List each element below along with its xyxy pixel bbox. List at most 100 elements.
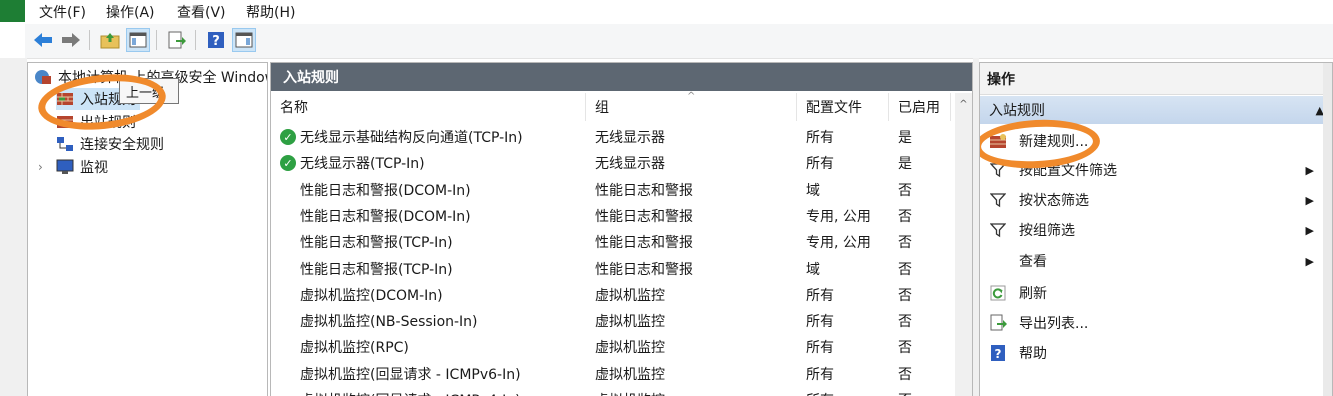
- vertical-scrollbar[interactable]: ^: [955, 93, 972, 396]
- cell-text: 虚拟机监控: [595, 314, 665, 331]
- forward-arrow-icon[interactable]: [59, 28, 83, 52]
- expand-chevron-icon[interactable]: ›: [38, 160, 56, 174]
- table-row[interactable]: 性能日志和警报(DCOM-In) 性能日志和警报 专用, 公用 否: [271, 203, 951, 229]
- action-item[interactable]: 导出列表...: [980, 308, 1320, 338]
- scroll-up-icon[interactable]: ^: [955, 99, 972, 110]
- cell-enabled: 否: [898, 308, 912, 334]
- cell-enabled: 否: [898, 334, 912, 360]
- cell-group: 性能日志和警报: [595, 203, 693, 229]
- cell-name: 虚拟机监控(回显请求 - ICMPv6-In): [280, 361, 521, 387]
- cell-text: 所有: [806, 287, 834, 304]
- cell-enabled: 是: [898, 150, 912, 176]
- toolbar: ?: [25, 24, 1333, 59]
- action-label: 查看: [1019, 254, 1047, 270]
- cell-group: 虚拟机监控: [595, 387, 665, 396]
- cell-text: 专用, 公用: [806, 235, 871, 252]
- cell-text: 性能日志和警报: [595, 208, 693, 225]
- action-item[interactable]: 查看 ▶: [980, 246, 1320, 276]
- filter-icon: [989, 191, 1007, 209]
- cell-group: 无线显示器: [595, 150, 665, 176]
- submenu-arrow-icon: ▶: [1305, 223, 1314, 237]
- up-folder-icon[interactable]: [98, 28, 122, 52]
- firewall-globe-icon: [35, 70, 51, 84]
- back-arrow-icon[interactable]: [31, 28, 55, 52]
- table-row[interactable]: 虚拟机监控(回显请求 - ICMPv6-In) 虚拟机监控 所有 否: [271, 361, 951, 387]
- table-row[interactable]: 虚拟机监控(回显请求 - ICMPv4-In) 虚拟机监控 所有 否: [271, 387, 951, 396]
- toolbar-separator: [195, 30, 196, 50]
- cell-text: 否: [898, 390, 912, 396]
- column-header-profile[interactable]: 配置文件: [797, 93, 889, 121]
- cell-text: 虚拟机监控: [595, 366, 665, 383]
- filter-icon: [989, 221, 1007, 239]
- show-hide-console-tree-icon[interactable]: [126, 28, 150, 52]
- cell-text: 域: [806, 182, 820, 199]
- cell-text: 无线显示器(TCP-In): [300, 156, 425, 173]
- table-row[interactable]: 虚拟机监控(NB-Session-In) 虚拟机监控 所有 否: [271, 308, 951, 334]
- cell-text: 虚拟机监控(回显请求 - ICMPv4-In): [300, 390, 521, 396]
- cell-text: 否: [898, 287, 912, 304]
- cell-group: 虚拟机监控: [595, 308, 665, 334]
- toolbar-separator: [89, 30, 90, 50]
- cell-enabled: 否: [898, 387, 912, 396]
- cell-text: 性能日志和警报(DCOM-In): [300, 182, 471, 199]
- table-row[interactable]: 性能日志和警报(TCP-In) 性能日志和警报 专用, 公用 否: [271, 229, 951, 255]
- table-row[interactable]: 性能日志和警报(TCP-In) 性能日志和警报 域 否: [271, 256, 951, 282]
- actions-pane: 操作 入站规则 ▲ 新建规则... 按配置文件筛选 ▶ 按状态筛选 ▶ 按组筛选 ▶ 查看 ▶ 刷…: [979, 62, 1333, 396]
- help-icon[interactable]: ?: [204, 28, 228, 52]
- actions-scrollbar[interactable]: [1323, 63, 1332, 396]
- column-header-name[interactable]: 名称: [271, 93, 586, 121]
- menu-file[interactable]: 文件(F): [39, 2, 86, 22]
- cell-profile: 专用, 公用: [806, 229, 871, 255]
- menu-bar: 文件(F) 操作(A) 查看(V) 帮助(H): [25, 0, 1333, 24]
- cell-group: 虚拟机监控: [595, 361, 665, 387]
- cell-text: 无线显示器: [595, 156, 665, 173]
- show-hide-action-pane-icon[interactable]: [232, 28, 256, 52]
- submenu-arrow-icon: ▶: [1305, 163, 1314, 177]
- cell-enabled: 否: [898, 229, 912, 255]
- cell-text: 虚拟机监控(NB-Session-In): [300, 314, 478, 331]
- cell-text: 否: [898, 340, 912, 357]
- table-row[interactable]: ✓ 无线显示器(TCP-In) 无线显示器 所有 是: [271, 150, 951, 176]
- cell-group: 性能日志和警报: [595, 177, 693, 203]
- table-row[interactable]: 性能日志和警报(DCOM-In) 性能日志和警报 域 否: [271, 177, 951, 203]
- column-header-enabled[interactable]: 已启用: [889, 93, 951, 121]
- cell-text: 专用, 公用: [806, 208, 871, 225]
- cell-text: 性能日志和警报: [595, 235, 693, 252]
- table-row[interactable]: ✓ 无线显示基础结构反向通道(TCP-In) 无线显示器 所有 是: [271, 124, 951, 150]
- console-tree: 本地计算机 上的高级安全 Windows Defender 防火墙 入站规则 出…: [27, 62, 268, 396]
- cell-group: 虚拟机监控: [595, 334, 665, 360]
- action-item[interactable]: 刷新: [980, 278, 1320, 308]
- tree-item-label: 监视: [80, 160, 108, 176]
- tree-item-monitor[interactable]: › 监视: [38, 156, 108, 178]
- action-label: 按状态筛选: [1019, 193, 1089, 209]
- cell-text: 否: [898, 182, 912, 199]
- empty-icon-slot: [989, 252, 1007, 270]
- cell-text: 否: [898, 366, 912, 383]
- export-list-icon[interactable]: [165, 28, 189, 52]
- cell-text: 所有: [806, 340, 834, 357]
- cell-text: 性能日志和警报: [595, 182, 693, 199]
- app-edge-strip: [0, 0, 25, 22]
- action-item[interactable]: 按组筛选 ▶: [980, 215, 1320, 245]
- cell-text: 所有: [806, 130, 834, 146]
- cell-name: 性能日志和警报(DCOM-In): [280, 203, 471, 229]
- menu-action[interactable]: 操作(A): [106, 2, 155, 22]
- table-row[interactable]: 虚拟机监控(DCOM-In) 虚拟机监控 所有 否: [271, 282, 951, 308]
- tree-item-connection-security[interactable]: 连接安全规则: [56, 133, 164, 155]
- cell-text: 否: [898, 235, 912, 252]
- menu-view[interactable]: 查看(V): [177, 2, 226, 22]
- action-label: 刷新: [1019, 286, 1047, 302]
- cell-profile: 所有: [806, 282, 834, 308]
- cell-text: 否: [898, 314, 912, 331]
- cell-enabled: 否: [898, 256, 912, 282]
- enabled-check-icon: ✓: [280, 155, 296, 172]
- menu-help[interactable]: 帮助(H): [246, 2, 295, 22]
- table-row[interactable]: 虚拟机监控(RPC) 虚拟机监控 所有 否: [271, 334, 951, 360]
- action-item[interactable]: ? 帮助: [980, 338, 1320, 368]
- cell-name: ✓ 无线显示基础结构反向通道(TCP-In): [280, 124, 523, 150]
- cell-enabled: 否: [898, 282, 912, 308]
- action-item[interactable]: 按状态筛选 ▶: [980, 185, 1320, 215]
- cell-group: 无线显示器: [595, 124, 665, 150]
- cell-text: 虚拟机监控: [595, 287, 665, 304]
- cell-text: 虚拟机监控(回显请求 - ICMPv6-In): [300, 366, 521, 383]
